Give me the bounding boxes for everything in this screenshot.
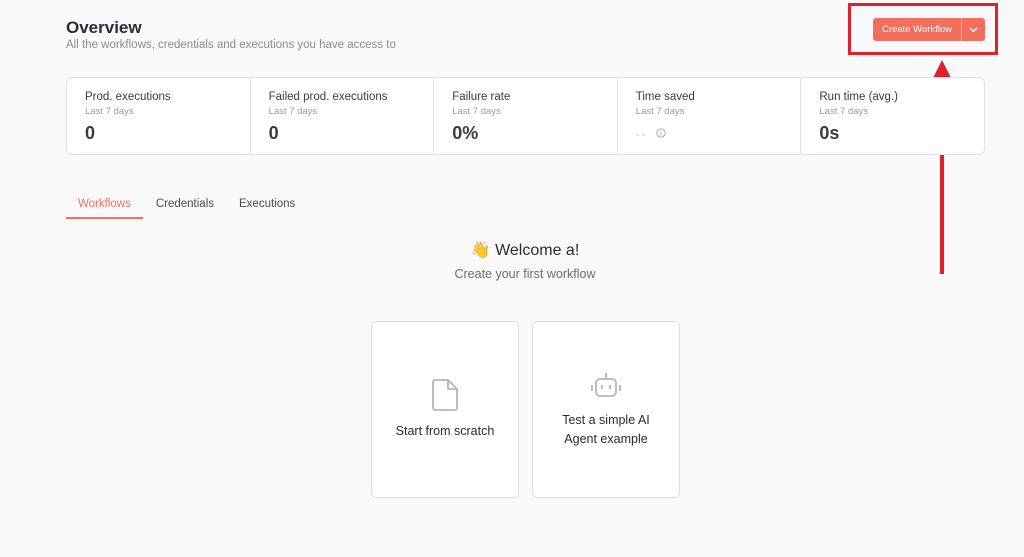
stats-panel: Prod. executions Last 7 days 0 Failed pr… — [66, 77, 985, 155]
stat-failed-prod-executions: Failed prod. executions Last 7 days 0 — [251, 78, 435, 154]
tab-credentials[interactable]: Credentials — [144, 198, 226, 219]
tabs: Workflows Credentials Executions — [66, 198, 308, 219]
stat-run-time: Run time (avg.) Last 7 days 0s — [801, 78, 984, 154]
stat-label: Run time (avg.) — [819, 91, 898, 103]
stat-label: Time saved — [635, 91, 695, 103]
page-subtitle: All the workflows, credentials and execu… — [66, 39, 396, 51]
welcome-title: Welcome a! — [495, 242, 580, 259]
start-from-scratch-card[interactable]: Start from scratch — [371, 321, 519, 498]
stat-failure-rate: Failure rate Last 7 days 0% — [434, 78, 618, 154]
stat-value: 0 — [85, 123, 96, 143]
card-label: Start from scratch — [395, 424, 495, 438]
tab-executions[interactable]: Executions — [227, 198, 307, 219]
stat-label: Prod. executions — [85, 91, 171, 103]
waving-hand-icon: 👋 — [470, 242, 491, 259]
stat-value-row: -- — [636, 127, 801, 141]
stat-label: Failed prod. executions — [268, 91, 388, 103]
stat-period: Last 7 days — [819, 106, 868, 117]
stat-prod-executions: Prod. executions Last 7 days 0 — [67, 78, 251, 154]
stat-period: Last 7 days — [452, 106, 501, 117]
stat-value: 0 — [268, 123, 279, 143]
file-icon — [432, 379, 458, 411]
card-label: Test a simple AI Agent example — [562, 412, 650, 446]
page-title: Overview — [66, 18, 142, 37]
welcome-subtitle: Create your first workflow — [454, 267, 596, 281]
highlight-box — [848, 3, 998, 55]
tab-workflows[interactable]: Workflows — [66, 198, 143, 219]
stat-label: Failure rate — [452, 91, 511, 103]
ai-agent-example-card[interactable]: Test a simple AI Agent example — [532, 321, 680, 498]
welcome-heading: 👋 Welcome a! — [0, 240, 1024, 260]
stat-value: 0% — [452, 123, 479, 143]
stat-value: 0s — [819, 123, 840, 143]
stat-time-saved: Time saved Last 7 days -- — [618, 78, 802, 154]
stat-value: -- — [635, 127, 648, 141]
robot-icon — [591, 372, 621, 397]
stat-period: Last 7 days — [635, 106, 685, 117]
info-icon[interactable] — [656, 127, 666, 141]
stat-period: Last 7 days — [268, 106, 318, 117]
stat-period: Last 7 days — [85, 106, 134, 117]
